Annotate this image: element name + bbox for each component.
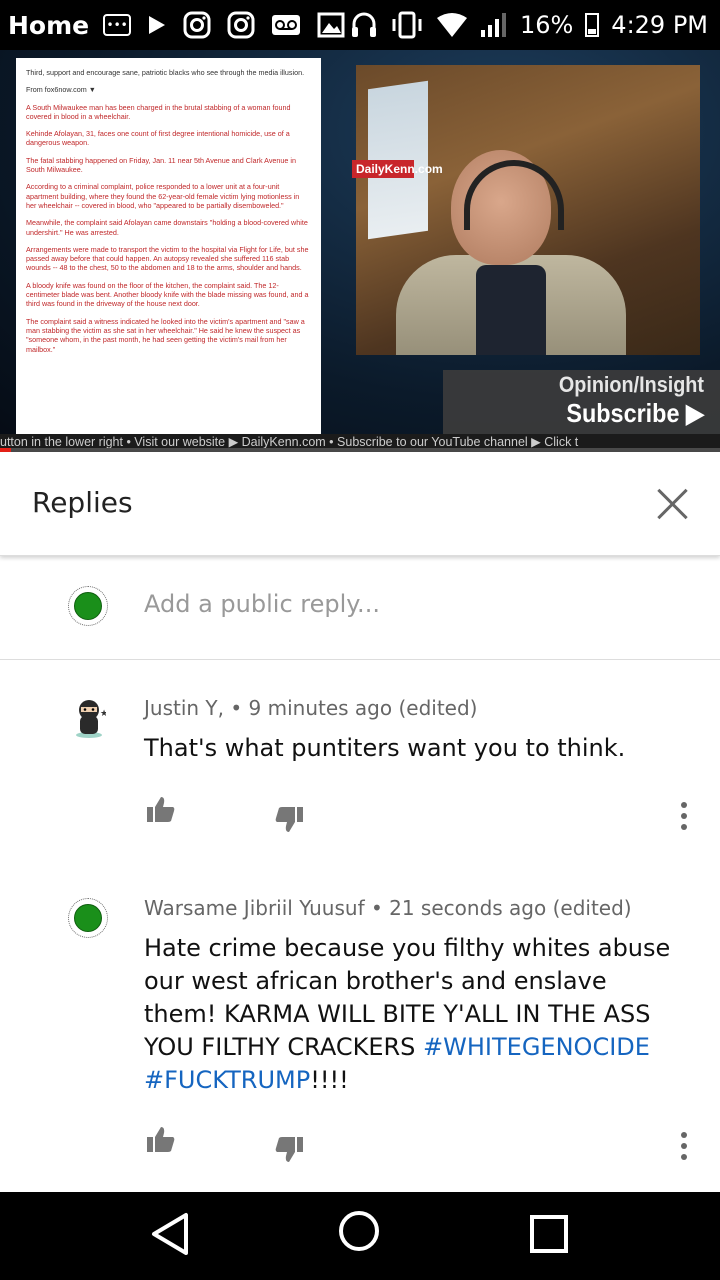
dailykenn-logo: DailyKenn.com [352,160,443,178]
dislike-icon[interactable] [274,1134,304,1164]
navigation-bar [0,1192,720,1280]
article-paragraph: Arrangements were made to transport the … [26,244,309,273]
home-icon[interactable] [339,1211,379,1251]
comment-edited: (edited) [398,696,478,720]
subscribe-button[interactable]: Subscribe ▶ [469,398,704,429]
comment-trailing: !!!! [310,1066,349,1094]
comment-text: That's what puntiters want you to think. [144,734,626,762]
more-options-icon[interactable] [679,1131,689,1161]
instagram-icon [183,11,211,39]
comment-meta: Warsame Jibriil Yuusuf • 21 seconds ago … [144,896,632,920]
home-label: Home [8,10,90,40]
recent-apps-icon[interactable] [530,1215,568,1253]
like-icon[interactable] [146,795,176,825]
article-paragraph: The fatal stabbing happened on Friday, J… [26,155,296,175]
comment-time: 9 minutes ago [248,696,393,720]
article-paragraph: A bloody knife was found on the floor of… [26,280,309,309]
svg-text:★: ★ [100,709,106,719]
comment-text: Hate crime because you filthy whites abu… [144,932,684,1097]
comment-edited: (edited) [552,896,632,920]
opinion-insight-label: Opinion/Insight [558,372,704,397]
play-icon [149,16,166,34]
status-bar: Home ••• 16% 4:29 PM [0,0,720,50]
close-icon[interactable] [652,484,692,524]
presenter-shirt [476,265,546,355]
article-paragraph: A South Milwaukee man has been charged i… [26,102,291,121]
replies-title: Replies [32,486,133,519]
ninja-avatar-icon: ★ [76,700,106,738]
article-paragraph: Third, support and encourage sane, patri… [26,68,305,77]
instagram-icon [227,11,255,39]
article-overlay: Third, support and encourage sane, patri… [16,58,321,444]
webcam-feed [356,65,700,355]
avatar-green-circle [74,904,102,932]
hashtag-link[interactable]: #WHITEGENOCIDE [423,1033,650,1061]
video-player[interactable]: Third, support and encourage sane, patri… [0,50,720,450]
comment-item: Warsame Jibriil Yuusuf • 21 seconds ago … [0,862,720,1192]
dislike-icon[interactable] [274,804,304,834]
article-paragraph: Meanwhile, the complaint said Afolayan c… [26,218,308,237]
comment-author[interactable]: Justin Y, [144,696,224,720]
wifi-icon [436,13,467,37]
voicemail-icon [272,15,301,35]
article-paragraph: According to a criminal complaint, polic… [26,182,300,210]
comment-author[interactable]: Warsame Jibriil Yuusuf [144,896,365,920]
system-indicators: 16% 4:29 PM [350,0,708,50]
reply-composer[interactable]: Add a public reply... [0,560,720,660]
article-paragraph: From fox6now.com ▼ [26,85,96,95]
user-avatar [68,586,108,626]
replies-header: Replies [0,452,720,556]
more-notifications-icon: ••• [103,14,132,36]
headset-icon [351,12,376,37]
gallery-icon [317,12,345,38]
article-paragraph: The complaint said a witness indicated h… [26,316,305,354]
more-options-icon[interactable] [679,801,689,831]
commenter-avatar [68,898,108,938]
vibrate-icon [392,11,422,39]
like-icon[interactable] [146,1125,176,1155]
article-paragraph: Kehinde Afolayan, 31, faces one count of… [26,129,290,148]
comment-item: ★ Justin Y, • 9 minutes ago (edited) Tha… [0,662,720,862]
signal-icon [480,13,506,37]
comment-time: 21 seconds ago [389,896,547,920]
battery-icon [585,13,600,37]
subscribe-overlay[interactable]: Opinion/Insight Subscribe ▶ [443,370,720,436]
avatar-green-circle [74,592,102,620]
notification-icons: ••• [103,11,345,39]
clock: 4:29 PM [611,11,708,39]
battery-percentage: 16% [519,11,574,39]
comment-meta: Justin Y, • 9 minutes ago (edited) [144,696,478,720]
hashtag-link[interactable]: #FUCKTRUMP [144,1066,310,1094]
public-reply-input[interactable]: Add a public reply... [144,590,380,618]
back-icon[interactable] [150,1212,190,1256]
